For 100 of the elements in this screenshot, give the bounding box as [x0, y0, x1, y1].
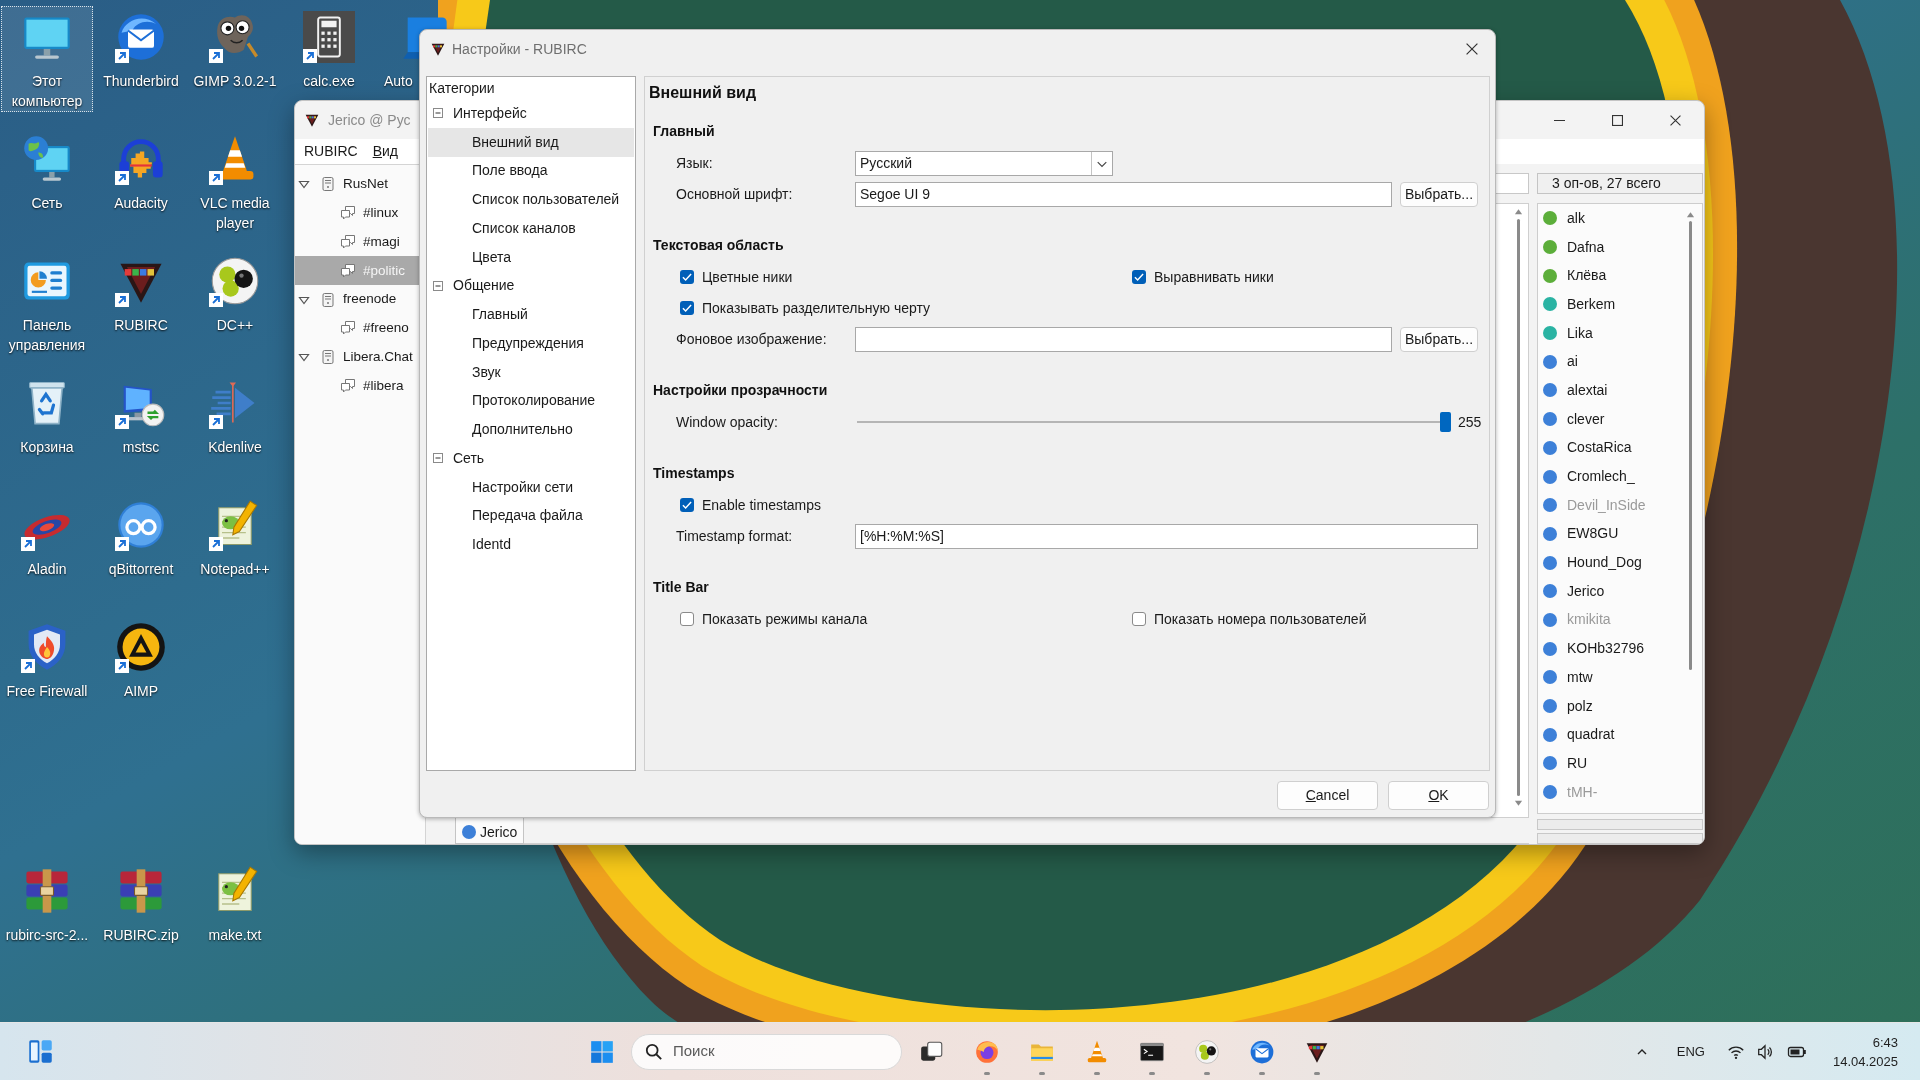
tree-item[interactable]: Предупреждения: [428, 329, 634, 358]
tree-item[interactable]: Настройки сети: [428, 472, 634, 502]
desktop-icon-label[interactable]: mstsc: [96, 437, 186, 457]
desktop-icon-label[interactable]: calc.exe: [284, 71, 374, 91]
widgets-icon[interactable]: [27, 1038, 54, 1065]
ok-button[interactable]: OK: [1388, 781, 1489, 810]
user-list-item[interactable]: KOHb32796: [1538, 634, 1702, 663]
desktop-icon-label[interactable]: Thunderbird: [96, 71, 186, 91]
checkbox[interactable]: [1132, 270, 1146, 284]
language-indicator[interactable]: ENG: [1676, 1041, 1705, 1062]
user-list-item[interactable]: Hound_Dog: [1538, 548, 1702, 577]
tree-item[interactable]: Поле ввода: [428, 156, 634, 186]
slider-track[interactable]: [857, 412, 1451, 432]
desktop-icon-label[interactable]: Корзина: [2, 437, 92, 457]
cancel-button[interactable]: Cancel: [1277, 781, 1378, 810]
tree-item[interactable]: Цвета: [428, 242, 634, 272]
checkbox[interactable]: [680, 301, 694, 315]
scrollbar-thumb[interactable]: [1689, 221, 1692, 670]
slider-thumb[interactable]: [1440, 412, 1451, 432]
clock-time[interactable]: 6:43: [1872, 1032, 1898, 1052]
collapse-arrow-icon[interactable]: [298, 351, 310, 364]
checkbox-label[interactable]: Выравнивать ники: [1154, 266, 1274, 288]
desktop-icon-label[interactable]: VLC media player: [190, 193, 280, 233]
envelope-icon[interactable]: [115, 11, 167, 63]
checkbox-label[interactable]: Enable timestamps: [702, 494, 822, 516]
browse-button[interactable]: Выбрать...: [1400, 326, 1478, 352]
checkbox[interactable]: [1132, 612, 1146, 626]
balls-icon[interactable]: [209, 255, 261, 307]
desktop-icon-label[interactable]: AIMP: [96, 681, 186, 701]
text-field[interactable]: [%H:%M:%S]: [855, 523, 1478, 549]
checkbox[interactable]: [680, 498, 694, 512]
user-list-item[interactable]: Jerico: [1538, 576, 1702, 606]
collapse-box-icon[interactable]: [433, 108, 443, 119]
desktop-icon-label[interactable]: Free Firewall: [2, 681, 92, 701]
calculator-icon[interactable]: [303, 11, 355, 63]
tree-item[interactable]: Интерфейс: [428, 99, 634, 128]
checkbox[interactable]: [680, 270, 694, 284]
checkbox-label[interactable]: Цветные ники: [702, 266, 793, 288]
user-list-item[interactable]: Клёва: [1538, 261, 1702, 291]
desktop-icon-label[interactable]: Панель управления: [2, 315, 92, 355]
menu-item[interactable]: RUBIRC: [299, 139, 363, 164]
collapse-box-icon[interactable]: [433, 453, 443, 464]
desktop-icon-label[interactable]: Этот компьютер: [2, 71, 92, 111]
envelope-icon[interactable]: [1249, 1038, 1275, 1065]
tree-item[interactable]: Дополнительно: [428, 415, 634, 444]
desktop-icon-label[interactable]: Kdenlive: [190, 437, 280, 457]
dropdown[interactable]: Русский: [855, 150, 1113, 176]
scroll-up-icon[interactable]: [1514, 208, 1523, 215]
desktop-icon-label[interactable]: RUBIRC: [96, 315, 186, 335]
user-list-item[interactable]: alextai: [1538, 376, 1702, 405]
clock-date[interactable]: 14.04.2025: [1832, 1051, 1898, 1071]
tree-item[interactable]: Сеть: [428, 444, 634, 473]
browse-button[interactable]: Выбрать...: [1400, 181, 1478, 207]
desktop-icon-label[interactable]: Aladin: [2, 559, 92, 579]
checkbox[interactable]: [680, 612, 694, 626]
user-list-item[interactable]: RU: [1538, 749, 1702, 778]
tree-item[interactable]: Identd: [428, 530, 634, 559]
browser-icon[interactable]: [974, 1038, 1000, 1065]
desktop-icon-label[interactable]: GIMP 3.0.2-1: [190, 71, 280, 91]
tree-item[interactable]: Список пользователей: [428, 185, 634, 214]
tree-item[interactable]: Передача файла: [428, 501, 634, 531]
user-list-item[interactable]: Lika: [1538, 318, 1702, 348]
desktop-icon-label[interactable]: rubirc-src-2...: [2, 925, 92, 945]
user-list-item[interactable]: CostaRica: [1538, 433, 1702, 463]
user-list-item[interactable]: Berkem: [1538, 290, 1702, 319]
user-list-item[interactable]: Dafna: [1538, 232, 1702, 262]
text-field[interactable]: Segoe UI 9: [855, 181, 1392, 207]
start-icon[interactable]: [589, 1038, 615, 1065]
tree-item[interactable]: Главный: [428, 300, 634, 329]
user-list-item[interactable]: clever: [1538, 404, 1702, 434]
triangle-disc-icon[interactable]: [115, 621, 167, 673]
desktop-icon-label[interactable]: Notepad++: [190, 559, 280, 579]
scroll-up-icon[interactable]: [1686, 211, 1695, 218]
desktop-icon-label[interactable]: qBittorrent: [96, 559, 186, 579]
tree-item[interactable]: Протоколирование: [428, 386, 634, 416]
collapse-box-icon[interactable]: [433, 280, 443, 291]
desktop-icon-label[interactable]: Audacity: [96, 193, 186, 213]
desktop-icon-label[interactable]: Auto: [378, 71, 413, 91]
user-list-item[interactable]: ai: [1538, 347, 1702, 377]
speaker-icon[interactable]: [1755, 1042, 1774, 1061]
channel-tab[interactable]: Jerico: [455, 818, 525, 844]
tree-item[interactable]: Звук: [428, 357, 634, 387]
checkbox-label[interactable]: Показывать разделительную черту: [702, 297, 931, 319]
desktop-icon-label[interactable]: make.txt: [190, 925, 280, 945]
scroll-down-icon[interactable]: [1514, 800, 1523, 807]
collapse-arrow-icon[interactable]: [298, 178, 310, 191]
scrollbar-thumb[interactable]: [1517, 219, 1520, 796]
text-field[interactable]: [855, 326, 1392, 352]
maximize-icon[interactable]: [1611, 114, 1623, 126]
desktop-icon-label[interactable]: RUBIRC.zip: [96, 925, 186, 945]
tree-item[interactable]: Список каналов: [428, 214, 634, 243]
rings-disc-icon[interactable]: [115, 499, 167, 551]
user-list-item[interactable]: quadrat: [1538, 720, 1702, 750]
tree-item[interactable]: Внешний вид: [428, 127, 634, 157]
checkbox-label[interactable]: Показать режимы канала: [702, 608, 868, 630]
user-list-item[interactable]: Cromlech_: [1538, 462, 1702, 491]
desktop-icon-label[interactable]: Сеть: [2, 193, 92, 213]
search-field[interactable]: Поиск: [631, 1033, 902, 1070]
menu-item[interactable]: Вид: [367, 139, 403, 164]
user-list-item[interactable]: polz: [1538, 691, 1702, 721]
